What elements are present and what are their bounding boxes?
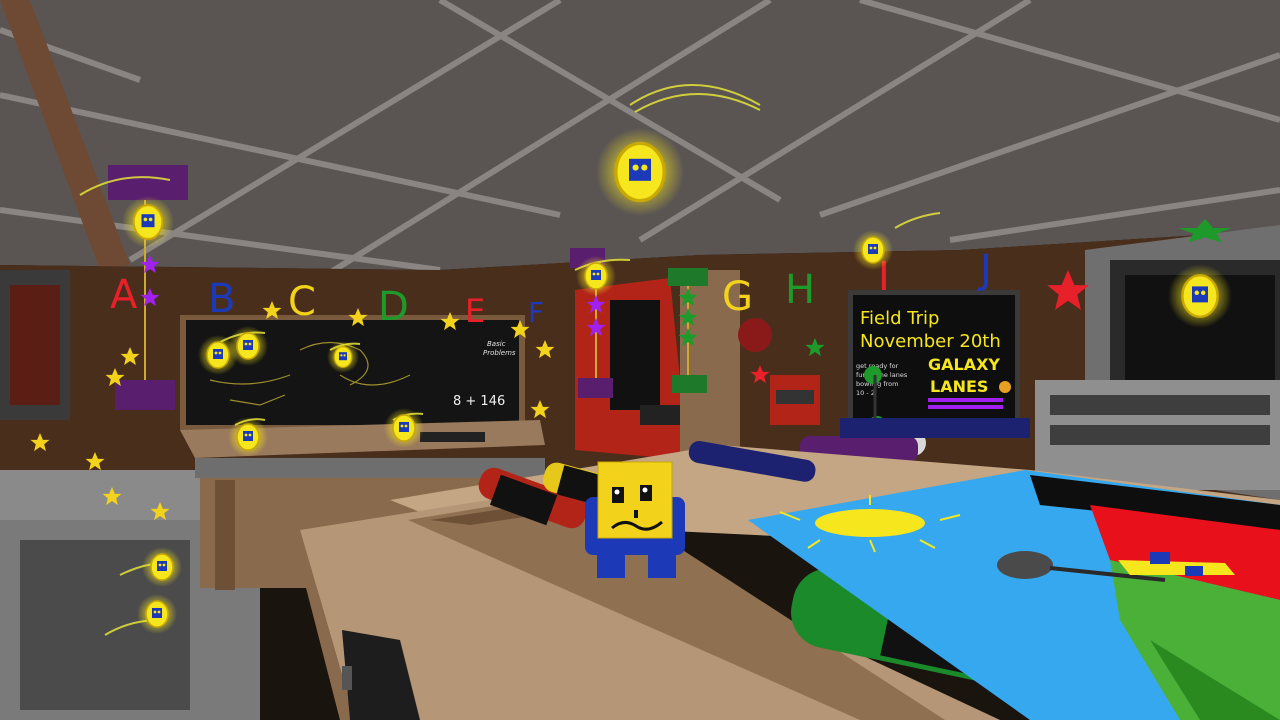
classroom-scene: Basic Problems 8 + 146 Field Trip Novemb… [0,0,1280,720]
banner-letter-c: C [288,279,316,325]
cabinet-door [575,270,740,460]
coin-icon [141,546,183,588]
banner-letter-e: E [465,292,485,330]
coin-icon [227,416,269,458]
coin-icon [383,407,425,449]
banner-letter-f: F [528,296,544,329]
banner-letter-j: J [977,247,992,293]
banner-letter-h: H [785,267,815,313]
coin-icon [326,340,360,374]
field-trip-title: Field Trip [860,308,939,329]
field-trip-date: November 20th [860,331,1001,352]
coin-icon [594,126,686,218]
coin-icon [121,195,175,249]
chalkboard-heading: Basic [487,340,506,348]
coin-icon [136,593,178,635]
banner-letter-a: A [110,272,138,318]
banner-letter-b: B [208,276,235,322]
venue-name-1: GALAXY [928,355,1000,374]
field-trip-blurb-4: 10 - 2 [856,389,875,397]
banner-letter-d: D [378,284,409,330]
chalkboard-subheading: Problems [483,349,516,357]
venue-name-2: LANES [930,377,988,396]
chalkboard: Basic Problems 8 + 146 [180,315,525,430]
coin-icon [852,229,894,271]
coin-icon [227,325,269,367]
game-viewport: Basic Problems 8 + 146 Field Trip Novemb… [0,0,1280,720]
coin-icon [575,255,617,297]
coin-icon [1166,262,1234,330]
banner-letter-g: G [722,274,753,320]
chalkboard-equation: 8 + 146 [453,394,505,409]
